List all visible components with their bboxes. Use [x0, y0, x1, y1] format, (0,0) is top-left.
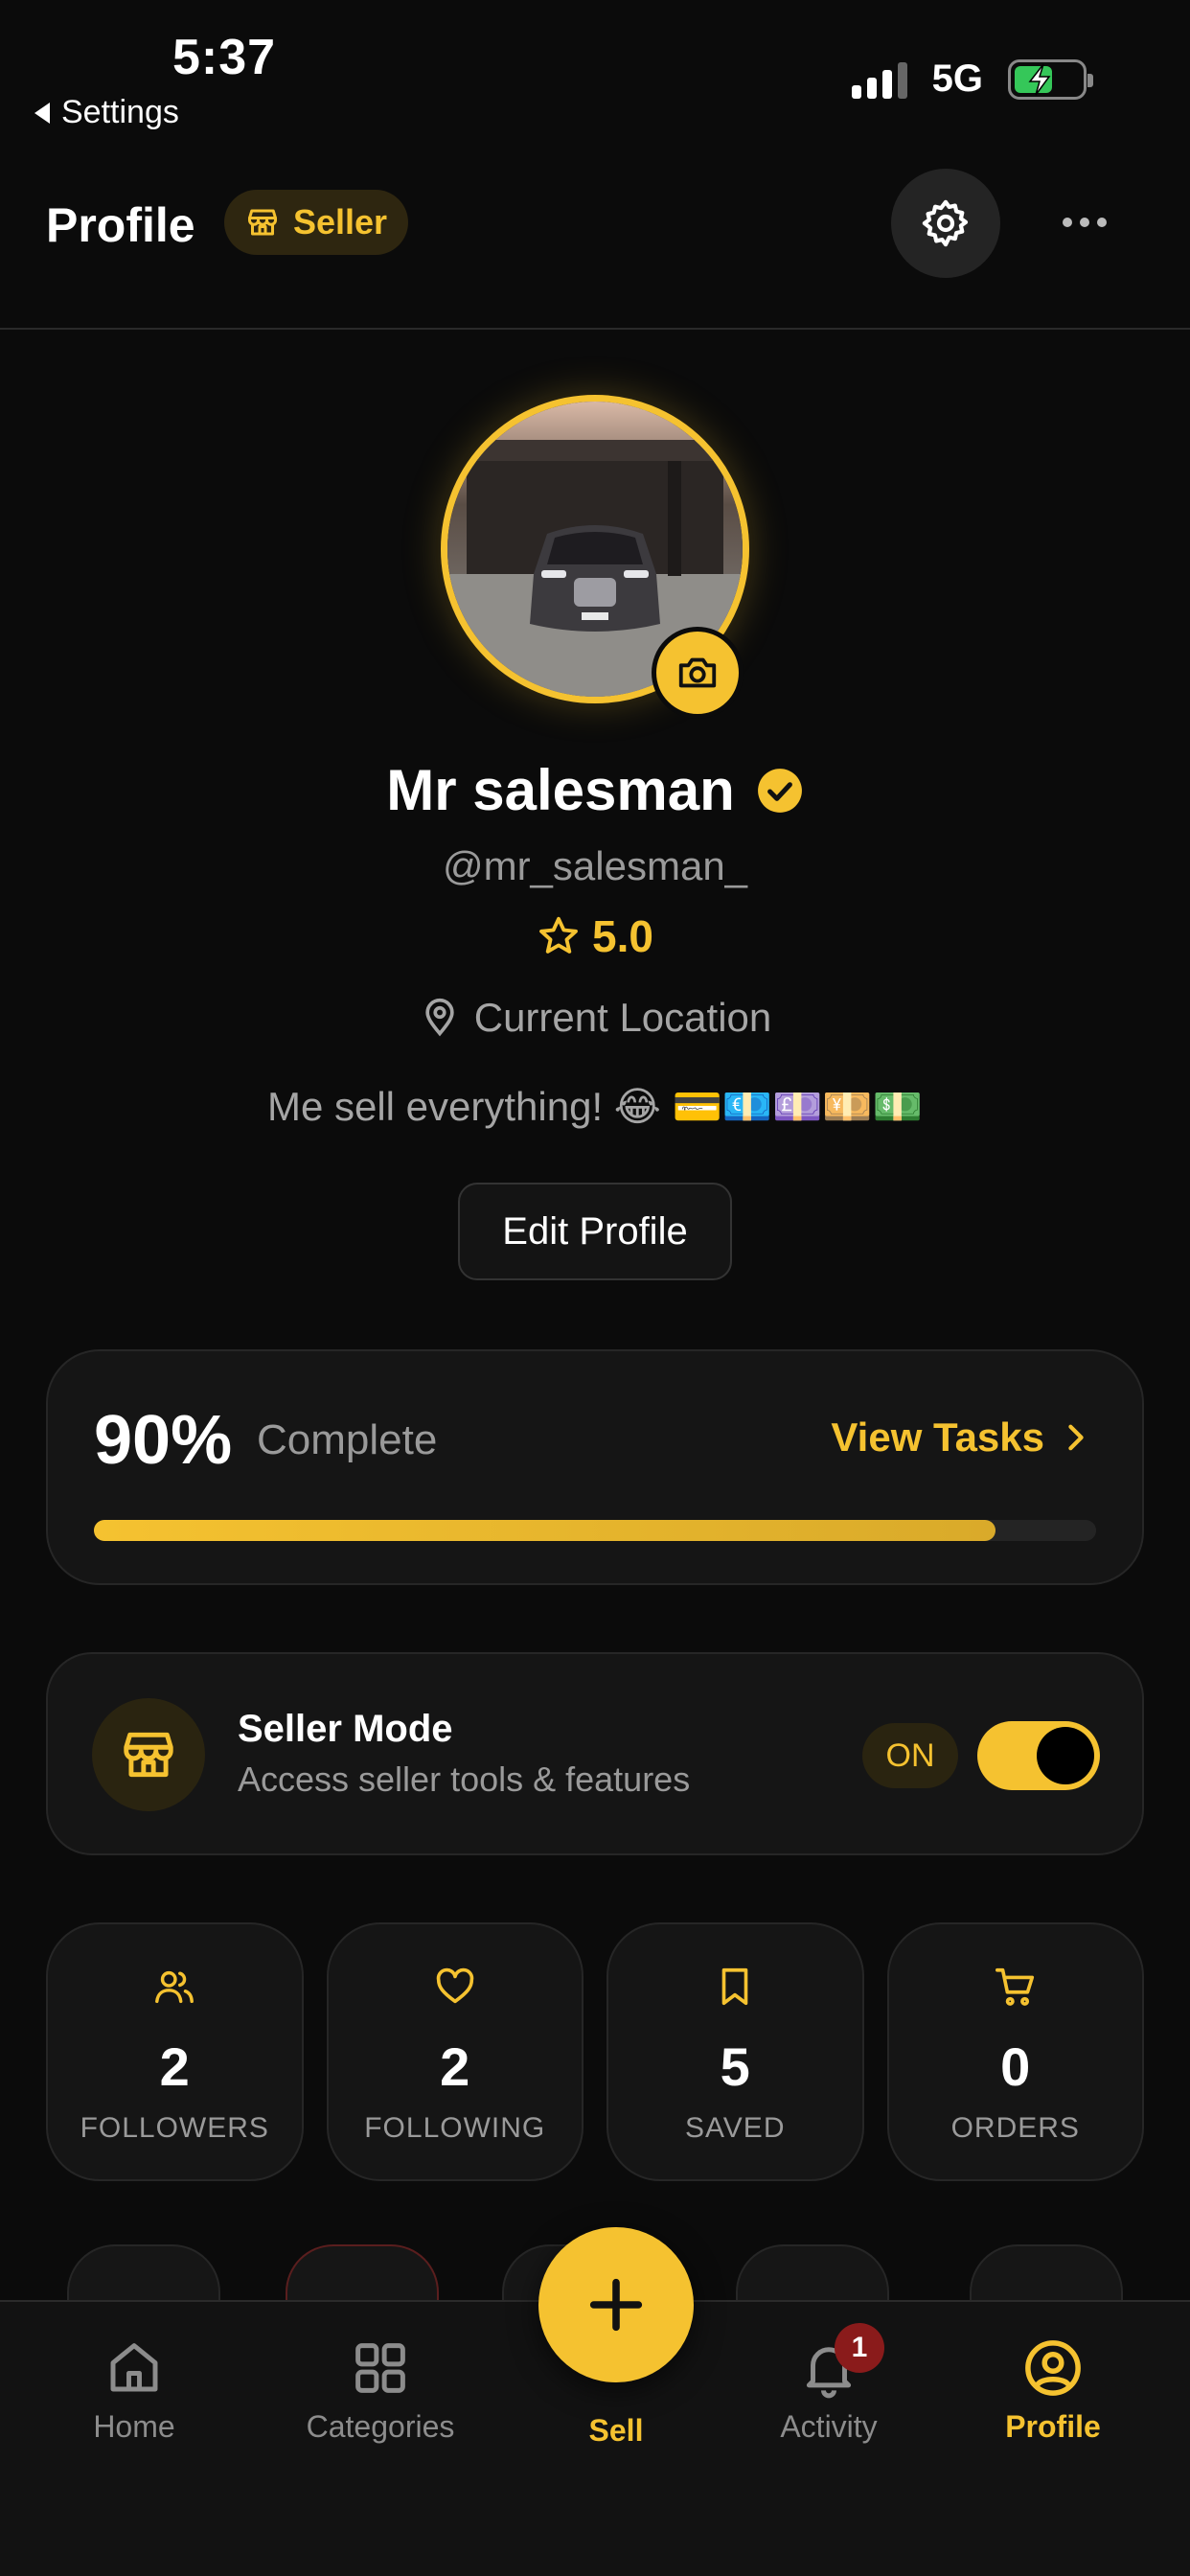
signal-icon [851, 60, 907, 99]
profile-name-row: Mr salesman [0, 757, 1190, 823]
tab-categories[interactable]: Categories [285, 2336, 476, 2445]
quick-action-tile[interactable] [67, 2244, 220, 2302]
stat-value: 5 [720, 2036, 750, 2097]
page-title: Profile [46, 198, 195, 252]
tab-activity[interactable]: Activity 1 [733, 2323, 925, 2445]
view-tasks-link[interactable]: View Tasks [831, 1414, 1088, 1460]
verified-icon [757, 768, 802, 813]
users-icon [155, 1970, 195, 2004]
completion-label: Complete [257, 1416, 438, 1463]
battery-icon [1008, 58, 1093, 100]
seller-mode-state: ON [862, 1723, 958, 1788]
profile-handle: @mr_salesman_ [442, 843, 748, 888]
seller-badge-label: Seller [293, 202, 388, 242]
chevron-right-icon [1068, 1424, 1084, 1451]
gear-icon [922, 199, 969, 247]
tab-home[interactable]: Home [38, 2336, 230, 2445]
tab-home-label: Home [93, 2409, 175, 2444]
profile-name: Mr salesman [386, 758, 735, 822]
quick-action-tile[interactable] [286, 2244, 439, 2302]
network-label: 5G [931, 58, 983, 100]
tab-categories-label: Categories [306, 2409, 455, 2444]
stat-value: 0 [1000, 2036, 1031, 2097]
stat-label: FOLLOWING [364, 2112, 546, 2144]
rating-value: 5.0 [592, 911, 653, 961]
more-dot [1097, 218, 1107, 227]
toggle-knob [1037, 1727, 1094, 1784]
back-to-settings[interactable]: Settings [34, 94, 179, 131]
seller-mode-title: Seller Mode [238, 1708, 453, 1750]
more-dot [1080, 218, 1089, 227]
grid-icon [355, 2343, 405, 2393]
profile-bio: Me sell everything! 😂 💳💶💷💴💵 [266, 1084, 924, 1129]
more-options-button[interactable] [1054, 192, 1115, 253]
camera-icon [678, 657, 717, 688]
view-tasks-label: View Tasks [831, 1414, 1044, 1460]
sell-button[interactable] [538, 2227, 694, 2382]
settings-button[interactable] [891, 169, 1000, 278]
tab-profile[interactable]: Profile [957, 2336, 1149, 2445]
profile-completion-card: 90% Complete View Tasks [46, 1349, 1144, 1585]
quick-action-tile[interactable] [970, 2244, 1123, 2302]
more-dot [1063, 218, 1072, 227]
seller-mode-icon-tile [92, 1698, 205, 1811]
completion-progress-bar [94, 1520, 1096, 1541]
seller-mode-card: Seller Mode Access seller tools & featur… [46, 1652, 1144, 1855]
seller-mode-subtitle: Access seller tools & features [238, 1760, 691, 1799]
tab-activity-label: Activity [780, 2409, 878, 2444]
notification-badge: 1 [835, 2323, 884, 2373]
location-pin-icon [425, 998, 454, 1037]
cart-icon [995, 1967, 1034, 2006]
stat-following[interactable]: 2 FOLLOWING [326, 1922, 584, 2181]
profile-icon [1025, 2340, 1081, 2396]
location-label: Current Location [473, 995, 772, 1040]
bottom-tab-bar: Home Categories Sell Activity 1 Profile [0, 2227, 1190, 2576]
location[interactable]: Current Location [0, 995, 1190, 1041]
stat-saved[interactable]: 5 SAVED [606, 1922, 864, 2181]
stat-orders[interactable]: 0 ORDERS [886, 1922, 1144, 2181]
seller-badge: Seller [224, 190, 409, 255]
heart-icon [436, 1967, 474, 2004]
completion-progress-fill [94, 1520, 996, 1541]
back-label: Settings [61, 94, 179, 130]
quick-action-tile[interactable] [736, 2244, 889, 2302]
stat-followers[interactable]: 2 FOLLOWERS [46, 1922, 304, 2181]
change-photo-button[interactable] [652, 627, 744, 719]
star-icon [539, 916, 578, 954]
status-time: 5:37 [172, 30, 277, 85]
store-icon [124, 1732, 173, 1778]
tab-profile-label: Profile [1005, 2409, 1101, 2444]
completion-percent: 90% [94, 1402, 233, 1479]
tab-sell-label[interactable]: Sell [520, 2413, 712, 2449]
page-header: Profile Seller [0, 163, 1190, 330]
stat-value: 2 [440, 2036, 470, 2097]
rating: 5.0 [0, 910, 1190, 962]
seller-mode-toggle[interactable] [977, 1721, 1100, 1790]
stat-label: SAVED [685, 2112, 786, 2144]
stat-label: FOLLOWERS [80, 2112, 269, 2144]
bookmark-icon [721, 1967, 748, 2006]
stat-label: ORDERS [950, 2112, 1080, 2144]
store-icon [248, 209, 277, 236]
plus-icon [589, 2278, 643, 2332]
edit-profile-button[interactable]: Edit Profile [458, 1183, 732, 1280]
home-icon [110, 2343, 158, 2392]
stats-row: 2 FOLLOWERS 2 FOLLOWING 5 SAVED 0 ORDERS [46, 1922, 1144, 2181]
stat-value: 2 [159, 2036, 190, 2097]
status-indicators: 5G [851, 58, 1093, 101]
back-arrow-icon [34, 102, 50, 124]
